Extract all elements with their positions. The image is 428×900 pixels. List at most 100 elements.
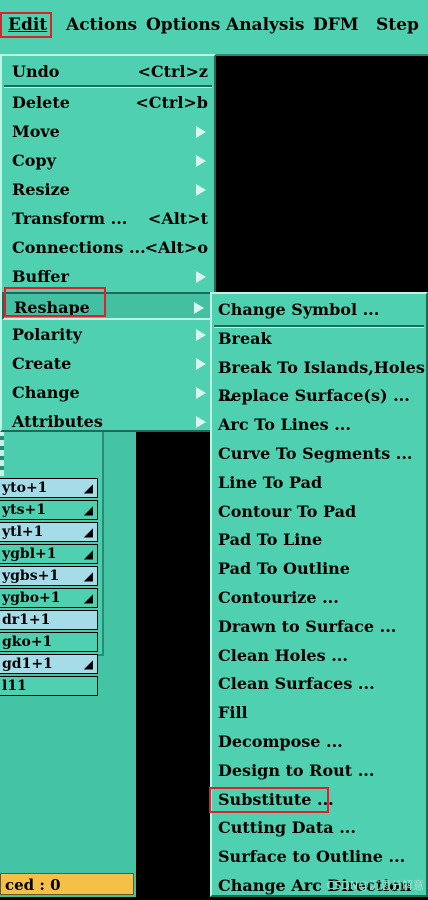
menu-item-accelerator: <Alt>t — [147, 209, 208, 228]
edit-menu-item-undo[interactable]: Undo <Ctrl>z — [2, 58, 214, 86]
submenu-arrow-icon — [196, 126, 206, 138]
menu-item-label: Cutting Data ... — [218, 818, 356, 838]
layer-row[interactable]: ygbo+1 ◢ — [0, 588, 98, 608]
menu-options[interactable]: Options — [140, 14, 226, 36]
reshape-menu-item-replace-surface-s[interactable]: Replace Surface(s) ... — [212, 382, 426, 410]
menu-item-label: Delete — [12, 93, 70, 112]
edit-menu-item-create[interactable]: Create — [2, 350, 214, 378]
menu-edit-label: Edit — [8, 15, 48, 35]
edit-menu-item-delete[interactable]: Delete <Ctrl>b — [2, 89, 214, 117]
menu-step[interactable]: Step — [370, 14, 425, 36]
menu-item-label: Polarity — [12, 325, 82, 344]
substitute-highlight-box — [209, 787, 329, 813]
menu-item-label: Drawn to Surface ... — [218, 616, 397, 636]
edit-menu-item-change[interactable]: Change — [2, 379, 214, 407]
submenu-arrow-icon — [196, 184, 206, 196]
layer-name: yto+1 — [2, 480, 48, 496]
layer-name: l11 — [2, 678, 27, 694]
edit-menu-item-attributes[interactable]: Attributes — [2, 408, 214, 436]
edit-menu-item-move[interactable]: Move — [2, 118, 214, 146]
menu-item-label: Connections ... — [12, 238, 146, 257]
menu-item-label: Contourize ... — [218, 588, 339, 607]
reshape-menu-item-line-to-pad[interactable]: Line To Pad — [212, 469, 426, 497]
menu-item-label: Curve To Segments ... — [218, 444, 413, 463]
layer-row[interactable]: yts+1 ◢ — [0, 500, 98, 520]
layer-row[interactable]: dr1+1 — [0, 610, 98, 630]
menu-item-label: Move — [12, 122, 60, 141]
edit-menu-item-transform[interactable]: Transform ... <Alt>t — [2, 205, 214, 233]
menu-item-label: Replace Surface(s) ... — [218, 386, 410, 406]
reshape-menu-item-break[interactable]: Break — [212, 325, 426, 353]
edit-menu-item-connections[interactable]: Connections ... <Alt>o — [2, 234, 214, 262]
reshape-menu-item-clean-holes[interactable]: Clean Holes ... — [212, 642, 426, 670]
layer-name: yts+1 — [2, 502, 46, 518]
edit-menu-item-polarity[interactable]: Polarity — [2, 321, 214, 349]
lock-icon: ◢ — [83, 591, 93, 605]
layer-name: dr1+1 — [2, 612, 51, 628]
menu-item-label: Attributes — [12, 412, 103, 431]
layer-row[interactable]: l11 — [0, 676, 98, 696]
layer-name: ygbs+1 — [2, 568, 60, 584]
reshape-menu-item-fill[interactable]: Fill — [212, 699, 426, 727]
layer-row[interactable]: ygbs+1 ◢ — [0, 566, 98, 586]
reshape-menu-item-clean-surfaces[interactable]: Clean Surfaces ... — [212, 670, 426, 698]
layer-row[interactable]: yto+1 ◢ — [0, 478, 98, 498]
reshape-menu-item-design-to-rout[interactable]: Design to Rout ... — [212, 757, 426, 785]
layer-name: ytl+1 — [2, 524, 44, 540]
reshape-menu-item-decompose[interactable]: Decompose ... — [212, 728, 426, 756]
reshape-menu-item-break-to-islands-holes[interactable]: Break To Islands,Holes ... — [212, 354, 426, 405]
menu-item-label: Pad To Outline — [218, 559, 350, 579]
submenu-arrow-icon — [196, 329, 206, 341]
submenu-arrow-icon — [196, 416, 206, 428]
menu-item-label: Line To Pad — [218, 472, 323, 492]
edit-menu: Undo <Ctrl>z Delete <Ctrl>b Move Copy Resize Tr… — [0, 54, 216, 432]
layer-row[interactable]: ygbl+1 ◢ — [0, 544, 98, 564]
reshape-menu-item-curve-to-segments[interactable]: Curve To Segments ... — [212, 440, 426, 468]
menu-item-label: Copy — [12, 151, 56, 170]
menu-item-accelerator: <Ctrl>b — [135, 93, 208, 112]
menu-item-label: Transform ... — [12, 209, 128, 228]
menu-item-label: Contour To Pad — [218, 501, 357, 521]
submenu-arrow-icon — [196, 358, 206, 370]
layer-name: ygbo+1 — [2, 590, 61, 606]
menu-item-label: Arc To Lines ... — [218, 415, 351, 435]
layer-list: yto+1 ◢ yts+1 ◢ ytl+1 ◢ ygbl+1 ◢ ygbs+1 ◢ ygbo+1 ◢ d… — [0, 476, 98, 696]
layer-name: gko+1 — [2, 634, 53, 650]
reshape-menu-item-drawn-to-surface[interactable]: Drawn to Surface ... — [212, 613, 426, 641]
layer-name: ygbl+1 — [2, 546, 57, 562]
edit-menu-item-copy[interactable]: Copy — [2, 147, 214, 175]
reshape-menu-item-surface-to-outline[interactable]: Surface to Outline ... — [212, 843, 426, 871]
menu-item-label: Fill — [218, 703, 248, 723]
menu-bar: Edit Actions Options Analysis DFM Step — [0, 0, 428, 56]
menu-item-accelerator: <Alt>o — [144, 238, 208, 257]
reshape-menu-item-change-symbol[interactable]: Change Symbol ... — [212, 296, 426, 324]
menu-separator — [4, 85, 212, 88]
layer-row[interactable]: gko+1 — [0, 632, 98, 652]
status-text: ced : 0 — [5, 876, 61, 894]
submenu-arrow-icon — [196, 387, 206, 399]
menu-analysis[interactable]: Analysis — [220, 14, 311, 36]
lock-icon: ◢ — [83, 481, 93, 495]
menu-item-label: Clean Holes ... — [218, 645, 348, 665]
reshape-highlight-box — [4, 287, 106, 317]
reshape-menu-item-cutting-data[interactable]: Cutting Data ... — [212, 814, 426, 842]
lock-icon: ◢ — [83, 569, 93, 583]
reshape-menu-item-contourize[interactable]: Contourize ... — [212, 584, 426, 612]
menu-item-label: Pad To Line — [218, 530, 323, 550]
submenu-arrow-icon — [196, 155, 206, 167]
layer-row[interactable]: gd1+1 ◢ — [0, 654, 98, 674]
menu-edit[interactable]: Edit — [0, 12, 52, 38]
edit-menu-item-resize[interactable]: Resize — [2, 176, 214, 204]
submenu-arrow-icon — [194, 302, 204, 314]
lock-icon: ◢ — [83, 525, 93, 539]
menu-item-label: Decompose ... — [218, 732, 343, 751]
menu-item-label: Break — [218, 328, 272, 348]
menu-actions[interactable]: Actions — [60, 14, 143, 36]
reshape-menu-item-pad-to-line[interactable]: Pad To Line — [212, 526, 426, 554]
menu-item-label: Design to Rout ... — [218, 760, 375, 780]
layer-row[interactable]: ytl+1 ◢ — [0, 522, 98, 542]
reshape-menu-item-contour-to-pad[interactable]: Contour To Pad — [212, 498, 426, 526]
reshape-menu-item-arc-to-lines[interactable]: Arc To Lines ... — [212, 411, 426, 439]
reshape-menu-item-pad-to-outline[interactable]: Pad To Outline — [212, 555, 426, 583]
menu-dfm[interactable]: DFM — [307, 14, 365, 36]
